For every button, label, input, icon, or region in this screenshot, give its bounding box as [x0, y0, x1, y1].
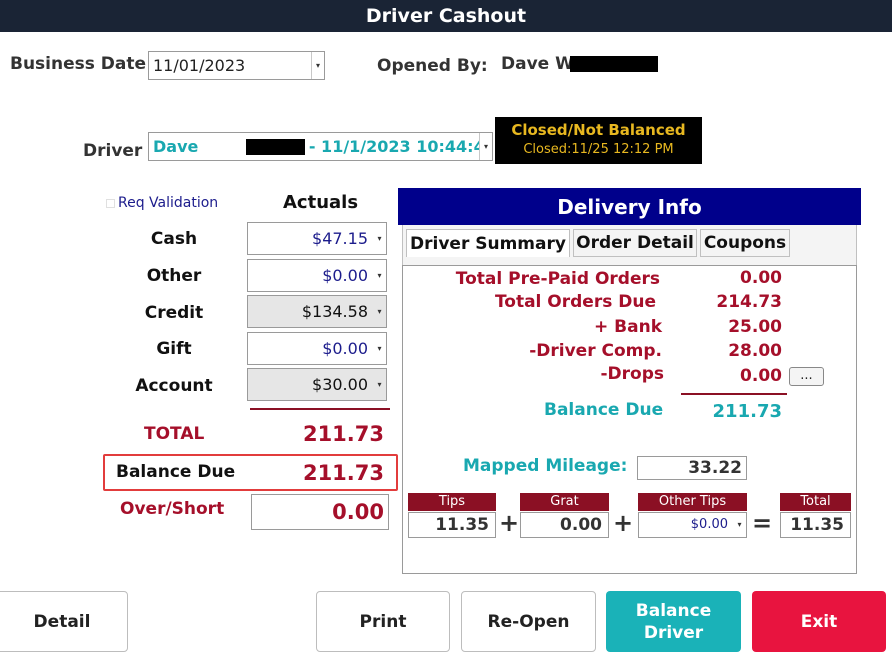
drops-detail-button[interactable]: ...: [789, 367, 824, 386]
other-input[interactable]: $0.00 ▾: [247, 259, 387, 292]
business-date-value: 11/01/2023: [153, 56, 246, 75]
summary-balance-due-label: Balance Due: [544, 400, 664, 420]
business-date-label: Business Date: [10, 54, 147, 74]
actuals-title: Actuals: [283, 192, 359, 213]
other-tips-header: Other Tips: [638, 493, 747, 511]
summary-orders-due-value: 214.73: [716, 292, 782, 312]
tab-driver-summary[interactable]: Driver Summary: [406, 229, 570, 257]
summary-bank-label: + Bank: [594, 317, 662, 337]
balance-due-label: Balance Due: [116, 462, 236, 482]
chevron-down-icon[interactable]: ▾: [311, 52, 324, 79]
total-value: 211.73: [302, 422, 384, 446]
business-date-field[interactable]: 11/01/2023 ▾: [148, 51, 325, 80]
summary-divider: [681, 393, 787, 395]
cash-input[interactable]: $47.15 ▾: [247, 222, 387, 255]
req-validation-checkbox[interactable]: [106, 199, 115, 208]
driver-select[interactable]: Dave - 11/1/2023 10:44:4! ▾: [148, 132, 493, 161]
mileage-label: Mapped Mileage:: [463, 456, 628, 476]
cash-label: Cash: [150, 229, 198, 249]
mileage-value: 33.22: [637, 456, 747, 480]
tab-order-detail[interactable]: Order Detail: [573, 229, 697, 257]
other-tips-select[interactable]: $0.00 ▾: [638, 512, 747, 538]
redaction-mask: [246, 138, 305, 155]
credit-label: Credit: [144, 303, 204, 323]
grat-header: Grat: [520, 493, 609, 511]
gift-input[interactable]: $0.00 ▾: [247, 332, 387, 365]
gift-label: Gift: [156, 339, 192, 359]
redaction-mask: [569, 56, 658, 72]
status-sub: Closed:11/25 12:12 PM: [523, 142, 674, 157]
status-main: Closed/Not Balanced: [511, 121, 686, 139]
reopen-button[interactable]: Re-Open: [461, 591, 596, 652]
detail-button[interactable]: Detail: [0, 591, 128, 652]
print-button[interactable]: Print: [316, 591, 450, 652]
chevron-down-icon[interactable]: ▾: [373, 260, 386, 291]
summary-driver-comp-label: -Driver Comp.: [529, 341, 662, 361]
chevron-down-icon[interactable]: ▾: [373, 369, 386, 400]
tips-value[interactable]: 11.35: [408, 512, 496, 538]
window-title: Driver Cashout: [0, 0, 892, 32]
plus-sign: +: [499, 509, 520, 537]
driver-shift: - 11/1/2023 10:44:4!: [308, 137, 492, 156]
summary-drops-label: -Drops: [600, 364, 664, 384]
account-label: Account: [135, 376, 213, 396]
account-input[interactable]: $30.00 ▾: [247, 368, 387, 401]
delivery-info-title: Delivery Info: [398, 188, 861, 225]
summary-balance-due-value: 211.73: [712, 401, 782, 422]
plus-sign: +: [613, 509, 634, 537]
opened-by-value: Dave W: [501, 54, 658, 74]
chevron-down-icon[interactable]: ▾: [373, 333, 386, 364]
opened-by-label: Opened By:: [377, 56, 488, 76]
equals-sign: =: [752, 509, 773, 537]
total-divider: [250, 408, 390, 410]
summary-orders-due-label: Total Orders Due: [494, 292, 656, 312]
grat-value[interactable]: 0.00: [520, 512, 609, 538]
balance-driver-button[interactable]: Balance Driver: [606, 591, 741, 652]
exit-button[interactable]: Exit: [752, 591, 886, 652]
summary-drops-value: 0.00: [740, 366, 782, 386]
over-short-value: 0.00: [332, 500, 384, 524]
total-tips-header: Total: [780, 493, 851, 511]
balance-due-value: 211.73: [302, 461, 384, 485]
summary-prepaid-value: 0.00: [740, 268, 782, 288]
credit-input[interactable]: $134.58 ▾: [247, 295, 387, 328]
total-tips-value: 11.35: [780, 512, 851, 538]
chevron-down-icon[interactable]: ▾: [373, 296, 386, 327]
chevron-down-icon[interactable]: ▾: [373, 223, 386, 254]
req-validation-label: Req Validation: [118, 195, 219, 211]
summary-driver-comp-value: 28.00: [728, 341, 782, 361]
driver-label: Driver: [83, 141, 143, 161]
tab-coupons[interactable]: Coupons: [700, 229, 790, 257]
tips-header: Tips: [408, 493, 496, 511]
summary-bank-value: 25.00: [728, 317, 782, 337]
other-label: Other: [146, 266, 202, 286]
status-badge: Closed/Not Balanced Closed:11/25 12:12 P…: [495, 117, 702, 164]
chevron-down-icon[interactable]: ▾: [733, 513, 746, 537]
chevron-down-icon[interactable]: ▾: [479, 133, 492, 160]
driver-name: Dave: [153, 137, 199, 156]
total-label: TOTAL: [144, 424, 205, 444]
over-short-label: Over/Short: [120, 499, 225, 519]
summary-prepaid-label: Total Pre-Paid Orders: [455, 269, 660, 289]
